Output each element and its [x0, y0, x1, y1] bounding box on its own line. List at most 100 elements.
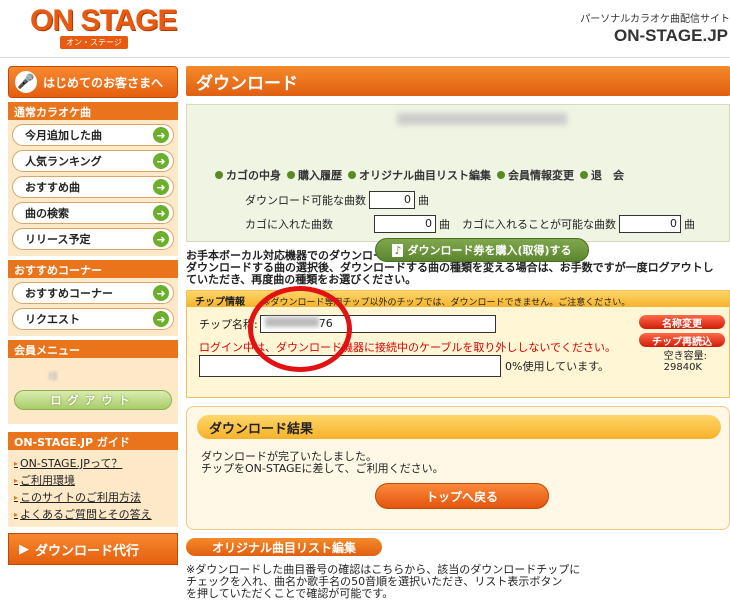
guide-section-header: ON-STAGE.JP ガイド	[8, 432, 178, 450]
downloadable-label: ダウンロード可能な曲数	[245, 194, 366, 207]
nav-label: 退 会	[591, 169, 624, 182]
sidebar-item-recommended-songs[interactable]: おすすめ曲 ➜	[12, 176, 174, 198]
notice-line: ていただき、再度曲の種類をお選びください。	[186, 273, 417, 286]
bullet-icon	[348, 171, 356, 179]
downloadable-row: ダウンロード可能な曲数 0 曲	[245, 191, 429, 209]
can-add-count: 0	[619, 215, 681, 233]
result-title: ダウンロード結果	[197, 415, 721, 439]
arrow-right-icon: ➜	[153, 285, 169, 301]
nav-label: カゴの中身	[226, 169, 281, 182]
arrow-right-icon: ➜	[153, 231, 169, 247]
sidebar-item-ranking[interactable]: 人気ランキング ➜	[12, 150, 174, 172]
original-list-note: ※ダウンロードした曲目番号の確認はこちらから、該当のダウンロードチップに チェッ…	[186, 564, 730, 600]
arrow-right-icon: ➜	[153, 179, 169, 195]
recommend-section-header: おすすめコーナー	[8, 260, 178, 278]
chip-info-title: チップ情報	[195, 297, 245, 308]
nav-member-info[interactable]: 会員情報変更	[497, 167, 574, 183]
logo-subtitle: オン・ステージ	[60, 36, 128, 49]
nav-withdraw[interactable]: 退 会	[580, 167, 624, 183]
capacity-info: 空き容量: 29840K	[664, 351, 707, 373]
unit-label: 曲	[418, 194, 429, 207]
sidebar-item-release-schedule[interactable]: リリース予定 ➜	[12, 228, 174, 250]
karaoke-section-header: 通常カラオケ曲	[8, 102, 178, 120]
guide-link-faq[interactable]: ▸ よくあるご質問とその答え	[14, 506, 172, 522]
reread-label: チップ再読込	[652, 336, 712, 348]
guide-link-label: ON-STAGE.JPって？	[20, 457, 123, 470]
site-logo[interactable]: ON STAGE	[30, 4, 177, 38]
can-add-label: カゴに入れることが可能な曲数	[462, 218, 616, 231]
account-nav: カゴの中身 購入履歴 オリジナル曲目リスト編集 会員情報変更 退 会	[215, 167, 624, 183]
note-line: を押していただくことで確認が可能です。	[186, 587, 394, 600]
back-to-top-button[interactable]: トップへ戻る	[375, 483, 549, 509]
nav-label: 購入履歴	[298, 169, 342, 182]
annotation-circle	[248, 286, 352, 372]
note-icon: ♪	[392, 243, 404, 257]
guide-links: ▸ ON-STAGE.JPって？ ▸ ご利用環境 ▸ このサイトのご利用方法 ▸ よくあ…	[8, 450, 178, 527]
bullet-icon	[215, 171, 223, 179]
arrow-right-icon: ➜	[153, 311, 169, 327]
arrow-right-icon: ➜	[153, 153, 169, 169]
arrow-right-icon: ➜	[153, 205, 169, 221]
arrow-right-icon: ➜	[153, 127, 169, 143]
guide-link-label: このサイトのご利用方法	[20, 491, 142, 504]
site-tagline: パーソナルカラオケ曲配信サイト	[580, 14, 730, 25]
nav-label: オリジナル曲目リスト編集	[359, 169, 491, 182]
bullet-icon: ▸	[14, 458, 19, 468]
original-list-edit-button[interactable]: オリジナル曲目リスト編集	[186, 538, 382, 556]
sidebar-item-label: 曲の検索	[25, 207, 69, 220]
result-line: チップをON-STAGEに差して、ご利用ください。	[201, 462, 444, 475]
rename-button[interactable]: 名称変更	[639, 315, 725, 330]
bullet-icon	[497, 171, 505, 179]
nav-purchase-history[interactable]: 購入履歴	[287, 167, 342, 183]
sidebar-item-label: リリース予定	[25, 233, 91, 246]
first-visit-label: はじめてのお客さまへ	[43, 75, 164, 90]
page-title: ダウンロード	[186, 66, 730, 96]
sidebar-item-recommend-corner[interactable]: おすすめコーナー ➜	[12, 282, 174, 304]
first-visit-button[interactable]: 🎤 はじめてのお客さまへ	[8, 66, 178, 98]
reread-chip-button[interactable]: チップ再読込	[639, 333, 725, 348]
karaoke-menu: 今月追加した曲 ➜ 人気ランキング ➜ おすすめ曲 ➜ 曲の検索 ➜ リリース予定 ➜	[8, 120, 178, 256]
play-icon: ▶	[19, 541, 29, 557]
site-header: ON STAGE オン・ステージ パーソナルカラオケ曲配信サイト ON-STAG…	[0, 0, 730, 58]
download-result-panel: ダウンロード結果 ダウンロードが完了いたしました。 チップをON-STAGEに差…	[186, 406, 730, 530]
guide-link-how-to-use[interactable]: ▸ このサイトのご利用方法	[14, 489, 172, 505]
bullet-icon	[580, 171, 588, 179]
guide-link-about[interactable]: ▸ ON-STAGE.JPって？	[14, 455, 172, 471]
sidebar-item-song-search[interactable]: 曲の検索 ➜	[12, 202, 174, 224]
sidebar-item-label: おすすめコーナー	[25, 287, 113, 300]
usage-text: 0%使用しています。	[505, 360, 610, 373]
logout-label: ログアウト	[50, 394, 136, 407]
in-cart-label: カゴに入れた曲数	[245, 218, 333, 231]
sidebar-item-new-this-month[interactable]: 今月追加した曲 ➜	[12, 124, 174, 146]
nav-original-list-edit[interactable]: オリジナル曲目リスト編集	[348, 167, 491, 183]
cart-count-row: カゴに入れた曲数 0 曲 カゴに入れることが可能な曲数 0 曲	[245, 215, 695, 233]
recommend-menu: おすすめコーナー ➜ リクエスト ➜	[8, 278, 178, 336]
result-message: ダウンロードが完了いたしました。 チップをON-STAGEに差して、ご利用くださ…	[201, 451, 444, 475]
unit-label: 曲	[684, 218, 695, 231]
buy-ticket-label: ダウンロード券を購入(取得)する	[407, 244, 572, 257]
rename-label: 名称変更	[662, 318, 702, 330]
in-cart-count: 0	[374, 215, 436, 233]
guide-link-label: よくあるご質問とその答え	[20, 508, 152, 521]
capacity-label: 空き容量:	[663, 351, 707, 362]
nav-cart[interactable]: カゴの中身	[215, 167, 281, 183]
sidebar-item-label: 今月追加した曲	[25, 129, 102, 142]
blurred-user-name	[397, 113, 567, 125]
downloadable-count: 0	[369, 191, 415, 209]
member-name-blurred: 様	[48, 372, 58, 383]
buy-ticket-button[interactable]: ♪ ダウンロード券を購入(取得)する	[375, 238, 589, 262]
usage-bar	[199, 355, 501, 377]
sidebar: 🎤 はじめてのお客さまへ 通常カラオケ曲 今月追加した曲 ➜ 人気ランキング ➜ お…	[8, 66, 178, 565]
sidebar-item-request[interactable]: リクエスト ➜	[12, 308, 174, 330]
bullet-icon: ▸	[14, 509, 19, 519]
download-proxy-label: ダウンロード代行	[35, 543, 140, 559]
download-proxy-button[interactable]: ▶ ダウンロード代行	[8, 533, 178, 565]
logout-button[interactable]: ログアウト	[14, 390, 172, 410]
sidebar-item-label: おすすめ曲	[25, 181, 80, 194]
guide-link-environment[interactable]: ▸ ご利用環境	[14, 472, 172, 488]
usage-row: 0%使用しています。	[199, 355, 609, 377]
bullet-icon: ▸	[14, 492, 19, 502]
guide-link-label: ご利用環境	[20, 474, 76, 487]
microphone-icon: 🎤	[15, 71, 37, 93]
cart-panel: カゴの中身 購入履歴 オリジナル曲目リスト編集 会員情報変更 退 会 ダウンロー…	[186, 104, 730, 262]
